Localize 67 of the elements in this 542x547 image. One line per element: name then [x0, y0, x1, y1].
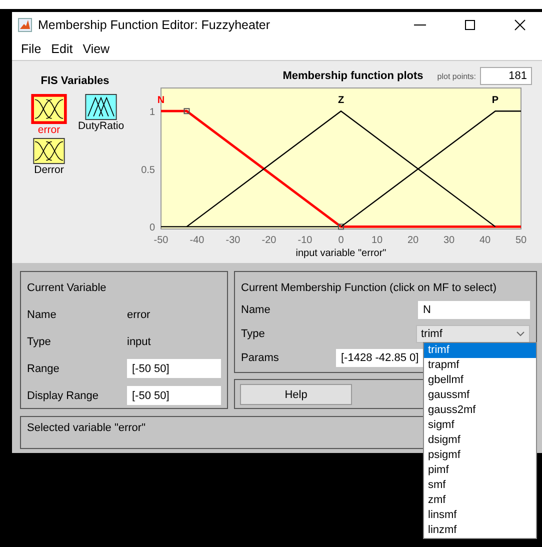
axis-label: input variable "error" — [296, 248, 386, 259]
menu-item[interactable]: Edit — [46, 42, 78, 56]
field-label: Name — [241, 304, 272, 316]
dropdown-option[interactable]: gauss2mf — [424, 403, 536, 418]
curve-label: P — [492, 95, 499, 106]
app-icon — [18, 18, 32, 32]
tick-label: 0 — [338, 235, 344, 246]
tick-label: 10 — [371, 235, 383, 246]
tick-label: -10 — [298, 235, 312, 246]
membership-curve[interactable] — [340, 110, 521, 228]
panel-title: Current Variable — [27, 282, 108, 294]
field-value: input — [127, 336, 152, 348]
tick-label: 20 — [407, 235, 419, 246]
range-field[interactable]: [-50 50] — [127, 386, 221, 405]
plot-points-field[interactable]: 181 — [480, 67, 532, 85]
tick-label: 40 — [479, 235, 491, 246]
tick-label: 0.5 — [141, 164, 155, 176]
field-label: Name — [27, 308, 58, 320]
tick-label: 30 — [443, 235, 455, 246]
vertex-marker[interactable] — [338, 224, 344, 230]
tick-label: -20 — [262, 235, 276, 246]
chart-title: Membership function plots — [282, 70, 424, 82]
curve-label: N — [157, 95, 165, 106]
dropdown-option[interactable]: linzmf — [424, 523, 536, 538]
dropdown-option[interactable]: smf — [424, 478, 536, 493]
tick-label: -40 — [190, 235, 204, 246]
field-label: Display Range — [27, 390, 100, 402]
tick-label: 1 — [149, 107, 155, 118]
tick-label: 50 — [515, 235, 527, 246]
field-label: Range — [27, 362, 60, 374]
tick-label: -50 — [154, 235, 168, 246]
dropdown-option[interactable]: pimf — [424, 463, 536, 478]
variable-item[interactable]: DutyRatio — [78, 94, 124, 136]
variable-item[interactable]: Derror — [30, 138, 68, 176]
field-value: error — [127, 308, 152, 320]
menu-item[interactable]: File — [16, 42, 46, 56]
status-text: Selected variable "error" — [27, 422, 146, 434]
help-button[interactable]: Help — [240, 384, 352, 405]
dropdown-option[interactable]: linsmf — [424, 508, 536, 523]
dropdown-option[interactable]: trimf — [424, 343, 536, 358]
field-label: Params — [241, 352, 280, 364]
dropdown-option[interactable]: dsigmf — [424, 433, 536, 448]
window-title: Membership Function Editor: Fuzzyheater — [38, 18, 272, 32]
dropdown-option[interactable]: gaussmf — [424, 388, 536, 403]
field-label: Type — [241, 328, 266, 340]
curve-label: Z — [338, 95, 344, 106]
minimize-icon — [414, 24, 426, 26]
bell-curves-icon — [30, 138, 68, 164]
section-title: FIS Variables — [40, 75, 110, 87]
field-label: Type — [27, 336, 52, 348]
dropdown-option[interactable]: sigmf — [424, 418, 536, 433]
bell-curves-icon — [28, 94, 70, 124]
type-dropdown[interactable]: trimf — [416, 325, 530, 343]
vertex-marker[interactable] — [184, 108, 190, 114]
dropdown-option[interactable]: zmf — [424, 493, 536, 508]
field-label: plot points: — [437, 72, 476, 80]
range-field[interactable]: [-50 50] — [127, 359, 221, 378]
tick-label: -30 — [226, 235, 240, 246]
maximize-icon — [464, 18, 476, 30]
tick-label: 0 — [149, 222, 155, 234]
name-field[interactable]: N — [418, 301, 530, 319]
close-icon — [514, 18, 526, 30]
chevron-icon — [516, 331, 525, 337]
panel-title: Current Membership Function (click on MF to select) — [241, 282, 497, 294]
dropdown-option[interactable]: psigmf — [424, 448, 536, 463]
dropdown-option[interactable]: gbellmf — [424, 373, 536, 388]
menu-item[interactable]: View — [78, 42, 115, 56]
